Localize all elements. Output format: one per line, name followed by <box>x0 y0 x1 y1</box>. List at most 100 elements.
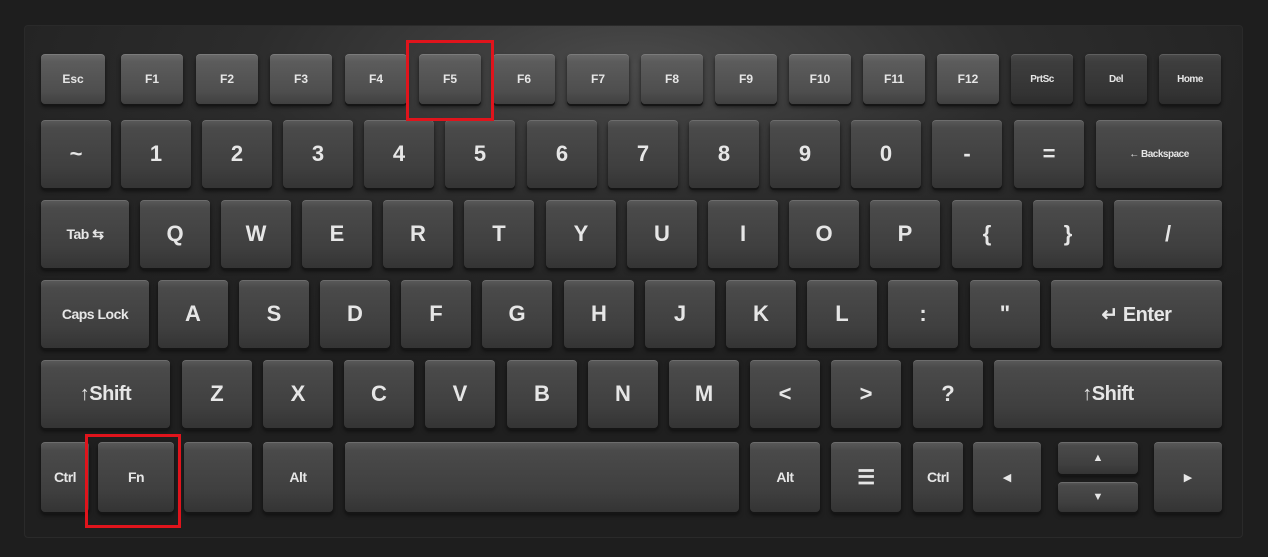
key-f6[interactable]: F6 <box>493 54 555 104</box>
key-2[interactable]: 2 <box>202 120 272 188</box>
key-prtsc[interactable]: PrtSc <box>1011 54 1073 104</box>
key-f2[interactable]: F2 <box>196 54 258 104</box>
key-question[interactable]: ? <box>913 360 983 428</box>
key-b-label: B <box>534 381 550 406</box>
key-left-brace[interactable]: { <box>952 200 1022 268</box>
key-ctrl-right[interactable]: Ctrl <box>913 442 963 512</box>
key-c[interactable]: C <box>344 360 414 428</box>
key-caps-lock[interactable]: Caps Lock <box>41 280 149 348</box>
key-1[interactable]: 1 <box>121 120 191 188</box>
key-backspace[interactable]: ← Backspace <box>1096 120 1222 188</box>
key-u[interactable]: U <box>627 200 697 268</box>
key-c-label: C <box>371 381 387 406</box>
key-f11[interactable]: F11 <box>863 54 925 104</box>
key-tilde[interactable]: ~ <box>41 120 111 188</box>
key-f12[interactable]: F12 <box>937 54 999 104</box>
key-ctrl-left[interactable]: Ctrl <box>41 442 89 512</box>
key-f1[interactable]: F1 <box>121 54 183 104</box>
key-tab[interactable]: Tab ⇆ <box>41 200 129 268</box>
key-f3[interactable]: F3 <box>270 54 332 104</box>
key-less-than[interactable]: < <box>750 360 820 428</box>
key-8-label: 8 <box>717 141 731 166</box>
key-m[interactable]: M <box>669 360 739 428</box>
key-5[interactable]: 5 <box>445 120 515 188</box>
key-slash[interactable]: / <box>1114 200 1222 268</box>
key-arrow-left[interactable]: ◀ <box>973 442 1041 512</box>
key-arrow-right[interactable]: ▶ <box>1154 442 1222 512</box>
key-a-label: A <box>185 301 201 326</box>
key-f10[interactable]: F10 <box>789 54 851 104</box>
key-right-brace[interactable]: } <box>1033 200 1103 268</box>
key-minus[interactable]: - <box>932 120 1002 188</box>
key-f9-label: F9 <box>738 72 753 86</box>
key-7[interactable]: 7 <box>608 120 678 188</box>
key-j-label: J <box>673 301 687 326</box>
key-quote[interactable]: " <box>970 280 1040 348</box>
key-x[interactable]: X <box>263 360 333 428</box>
key-4-label: 4 <box>392 141 406 166</box>
key-r[interactable]: R <box>383 200 453 268</box>
key-esc[interactable]: Esc <box>41 54 105 104</box>
key-q[interactable]: Q <box>140 200 210 268</box>
key-f-label: F <box>429 301 443 326</box>
key-k[interactable]: K <box>726 280 796 348</box>
key-b[interactable]: B <box>507 360 577 428</box>
key-f9[interactable]: F9 <box>715 54 777 104</box>
key-m-label: M <box>694 381 714 406</box>
key-j[interactable]: J <box>645 280 715 348</box>
key-y[interactable]: Y <box>546 200 616 268</box>
key-g-label: G <box>508 301 526 326</box>
key-shift-left[interactable]: ↑Shift <box>41 360 170 428</box>
key-h[interactable]: H <box>564 280 634 348</box>
key-shift-right[interactable]: ↑Shift <box>994 360 1222 428</box>
key-6[interactable]: 6 <box>527 120 597 188</box>
keyboard: Esc F1 F2 F3 F4 F5 F6 F7 F8 F9 F10 F11 F… <box>24 25 1243 538</box>
key-w[interactable]: W <box>221 200 291 268</box>
key-0[interactable]: 0 <box>851 120 921 188</box>
key-arrow-down[interactable]: ▼ <box>1058 482 1138 512</box>
key-4[interactable]: 4 <box>364 120 434 188</box>
key-equals[interactable]: = <box>1014 120 1084 188</box>
key-f5[interactable]: F5 <box>419 54 481 104</box>
key-f4-label: F4 <box>368 72 383 86</box>
key-e-label: E <box>329 221 345 246</box>
key-alt-left[interactable]: Alt <box>263 442 333 512</box>
key-z[interactable]: Z <box>182 360 252 428</box>
key-e[interactable]: E <box>302 200 372 268</box>
key-g[interactable]: G <box>482 280 552 348</box>
key-colon-label: : <box>919 301 927 326</box>
key-enter[interactable]: ↵ Enter <box>1051 280 1222 348</box>
key-arrow-up[interactable]: ▲ <box>1058 442 1138 474</box>
key-f8[interactable]: F8 <box>641 54 703 104</box>
key-f4[interactable]: F4 <box>345 54 407 104</box>
key-space[interactable] <box>345 442 739 512</box>
key-o[interactable]: O <box>789 200 859 268</box>
key-8[interactable]: 8 <box>689 120 759 188</box>
key-blank[interactable] <box>184 442 252 512</box>
key-f7[interactable]: F7 <box>567 54 629 104</box>
key-h-label: H <box>591 301 607 326</box>
key-s[interactable]: S <box>239 280 309 348</box>
key-minus-label: - <box>963 141 971 166</box>
key-del[interactable]: Del <box>1085 54 1147 104</box>
key-k-label: K <box>753 301 769 326</box>
key-greater-than[interactable]: > <box>831 360 901 428</box>
key-v[interactable]: V <box>425 360 495 428</box>
key-l[interactable]: L <box>807 280 877 348</box>
key-3[interactable]: 3 <box>283 120 353 188</box>
key-home[interactable]: Home <box>1159 54 1221 104</box>
key-t[interactable]: T <box>464 200 534 268</box>
key-0-label: 0 <box>879 141 893 166</box>
key-menu[interactable]: ☰ <box>831 442 901 512</box>
key-fn[interactable]: Fn <box>98 442 174 512</box>
key-alt-right[interactable]: Alt <box>750 442 820 512</box>
key-f[interactable]: F <box>401 280 471 348</box>
key-n[interactable]: N <box>588 360 658 428</box>
key-p[interactable]: P <box>870 200 940 268</box>
key-less-than-label: < <box>778 381 792 406</box>
key-i[interactable]: I <box>708 200 778 268</box>
key-a[interactable]: A <box>158 280 228 348</box>
key-colon[interactable]: : <box>888 280 958 348</box>
key-d[interactable]: D <box>320 280 390 348</box>
key-9[interactable]: 9 <box>770 120 840 188</box>
